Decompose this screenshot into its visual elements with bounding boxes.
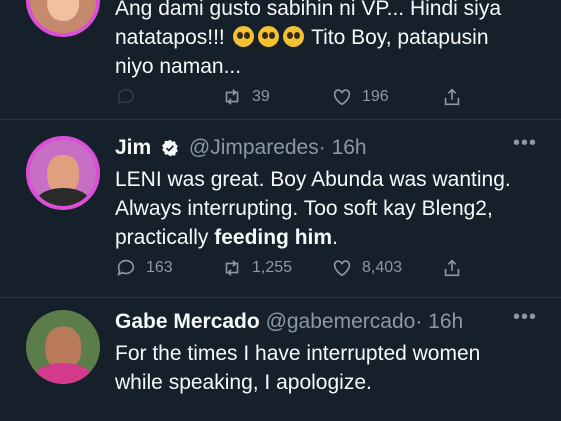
share-button[interactable]: [441, 86, 463, 108]
like-count: 8,403: [362, 259, 403, 276]
verified-badge-icon: [162, 139, 178, 157]
reply-icon: [117, 259, 135, 276]
tweet-text-line: natatapos!!! Tito Boy, patapusin: [115, 23, 545, 52]
tweet-text-segment: .: [332, 226, 338, 249]
share-icon: [444, 259, 460, 277]
retweet-count: 39: [252, 88, 270, 105]
more-options-button[interactable]: •••: [513, 132, 537, 155]
tweet-time[interactable]: · 16h: [415, 310, 463, 333]
retweet-icon: [225, 260, 239, 276]
heart-icon: [333, 89, 351, 106]
reply-button[interactable]: [115, 86, 137, 108]
tweet-text-bold: feeding him: [214, 226, 333, 249]
avatar[interactable]: [26, 0, 100, 37]
tweet-text-line: while speaking, I apologize.: [115, 371, 372, 394]
avatar-body: [33, 363, 93, 384]
tweet-text-line: Ang dami gusto sabihin ni VP... Hindi si…: [115, 0, 501, 20]
tweet-text: Ang dami gusto sabihin ni VP... Hindi si…: [115, 0, 545, 81]
author-name[interactable]: Jim: [115, 136, 151, 159]
like-button[interactable]: 196: [331, 86, 389, 108]
avatar-body: [36, 187, 90, 206]
reply-button[interactable]: 163: [115, 257, 173, 279]
more-options-button[interactable]: •••: [513, 306, 537, 329]
tweet-text-segment: Tito Boy, patapusin: [311, 26, 489, 49]
author-name[interactable]: Gabe Mercado: [115, 310, 260, 333]
tweet-text-segment: natatapos!!!: [115, 26, 225, 49]
tweet[interactable]: Jim @Jimparedes· 16h ••• LENI was great.…: [0, 120, 561, 298]
reply-icon: [117, 88, 135, 105]
avatar-face: [47, 0, 79, 21]
tweet-actions: 163 1,255 8,403: [115, 257, 545, 281]
share-button[interactable]: [441, 257, 463, 279]
tweet-text-line: practically feeding him.: [115, 223, 545, 252]
pleading-face-icon: [257, 26, 279, 47]
retweet-icon: [225, 89, 239, 105]
author-handle[interactable]: @gabemercado: [266, 310, 416, 333]
tweet[interactable]: Ang dami gusto sabihin ni VP... Hindi si…: [0, 0, 561, 118]
tweet-actions: 39 196: [115, 86, 545, 110]
tweet-text: For the times I have interrupted women w…: [115, 339, 545, 397]
tweet-time[interactable]: · 16h: [319, 136, 367, 159]
like-button[interactable]: 8,403: [331, 257, 402, 279]
tweet-text-segment: practically: [115, 226, 209, 249]
retweet-button[interactable]: 1,255: [221, 257, 292, 279]
like-count: 196: [362, 88, 389, 105]
tweet-text-line: LENI was great. Boy Abunda was wanting.: [115, 168, 511, 191]
tweet-text-line: For the times I have interrupted women: [115, 342, 481, 365]
avatar[interactable]: [26, 136, 100, 210]
avatar[interactable]: [26, 310, 100, 384]
tweet-text-line: niyo naman...: [115, 55, 242, 78]
pleading-face-icon: [282, 26, 304, 47]
tweet-header: Gabe Mercado @gabemercado· 16h: [115, 310, 463, 334]
retweet-count: 1,255: [252, 259, 293, 276]
reply-count: 163: [146, 259, 173, 276]
tweet-text-line: Always interrupting. Too soft kay Bleng2…: [115, 197, 493, 220]
retweet-button[interactable]: 39: [221, 86, 270, 108]
tweet-text: LENI was great. Boy Abunda was wanting. …: [115, 165, 545, 252]
heart-icon: [333, 260, 351, 277]
pleading-face-icon: [232, 26, 254, 47]
tweet[interactable]: Gabe Mercado @gabemercado· 16h ••• For t…: [0, 298, 561, 421]
share-icon: [444, 88, 460, 106]
tweet-header: Jim @Jimparedes· 16h: [115, 136, 367, 160]
author-handle[interactable]: @Jimparedes: [189, 136, 319, 159]
